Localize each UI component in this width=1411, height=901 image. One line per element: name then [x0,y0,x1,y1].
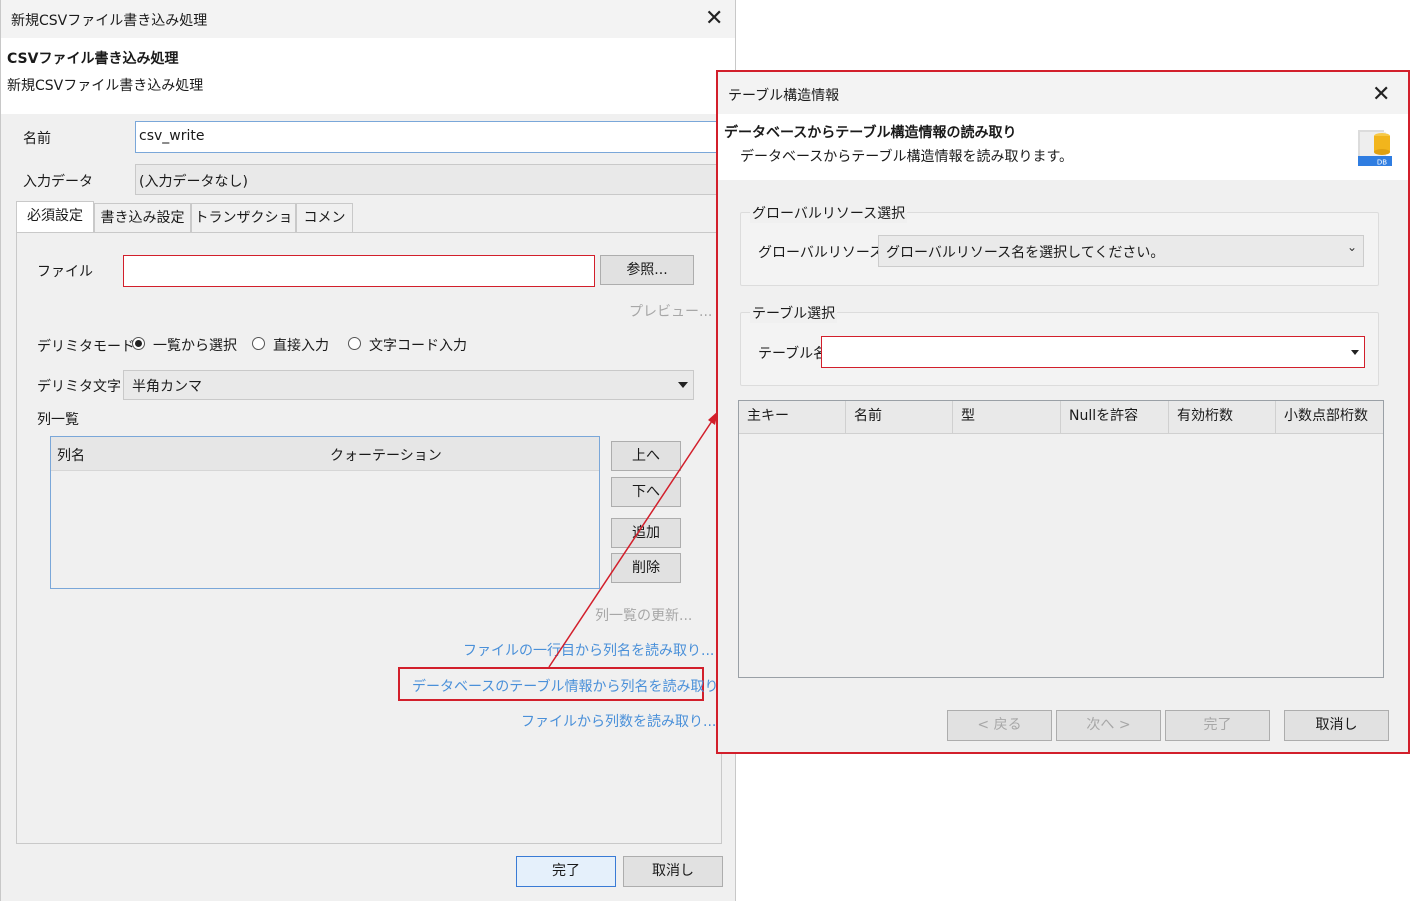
column-header-precision: 有効桁数 [1169,401,1276,433]
svg-text:DB: DB [1377,159,1387,167]
global-resource-select[interactable]: グローバルリソース名を選択してください。 [878,235,1364,267]
chevron-down-icon: ⌄ [1347,240,1358,254]
column-info-header: 主キー 名前 型 Nullを許容 有効桁数 小数点部桁数 [739,401,1383,434]
header-subtitle: データベースからテーブル構造情報を読み取ります。 [740,149,1074,165]
table-structure-dialog: テーブル構造情報 ✕ データベースからテーブル構造情報の読み取り データベースか… [716,70,1410,754]
chevron-down-icon [1351,350,1359,355]
table-name-label: テーブル名 [758,346,828,362]
header-title: データベースからテーブル構造情報の読み取り [724,125,1017,141]
column-header-nullable: Nullを許容 [1061,401,1169,433]
title-bar: テーブル構造情報 ✕ [718,72,1408,114]
column-header-scale: 小数点部桁数 [1284,408,1368,424]
finish-button[interactable]: 完了 [1165,710,1270,741]
column-info-table[interactable]: 主キー 名前 型 Nullを許容 有効桁数 小数点部桁数 [738,400,1384,678]
global-resource-group-title: グローバルリソース選択 [750,203,908,223]
database-icon: DB [1354,126,1396,168]
back-button[interactable]: < 戻る [947,710,1052,741]
cancel-button[interactable]: 取消し [1284,710,1389,741]
window-title: テーブル構造情報 [728,88,840,104]
next-button[interactable]: 次へ > [1056,710,1161,741]
close-icon[interactable]: ✕ [1372,84,1390,106]
column-header-primary-key: 主キー [739,401,846,433]
column-header-type: 型 [953,401,1061,433]
table-name-select[interactable] [821,336,1365,368]
column-header-name: 名前 [846,401,953,433]
global-resource-label: グローバルリソース名 [758,245,898,261]
table-select-group-title: テーブル選択 [750,303,838,323]
